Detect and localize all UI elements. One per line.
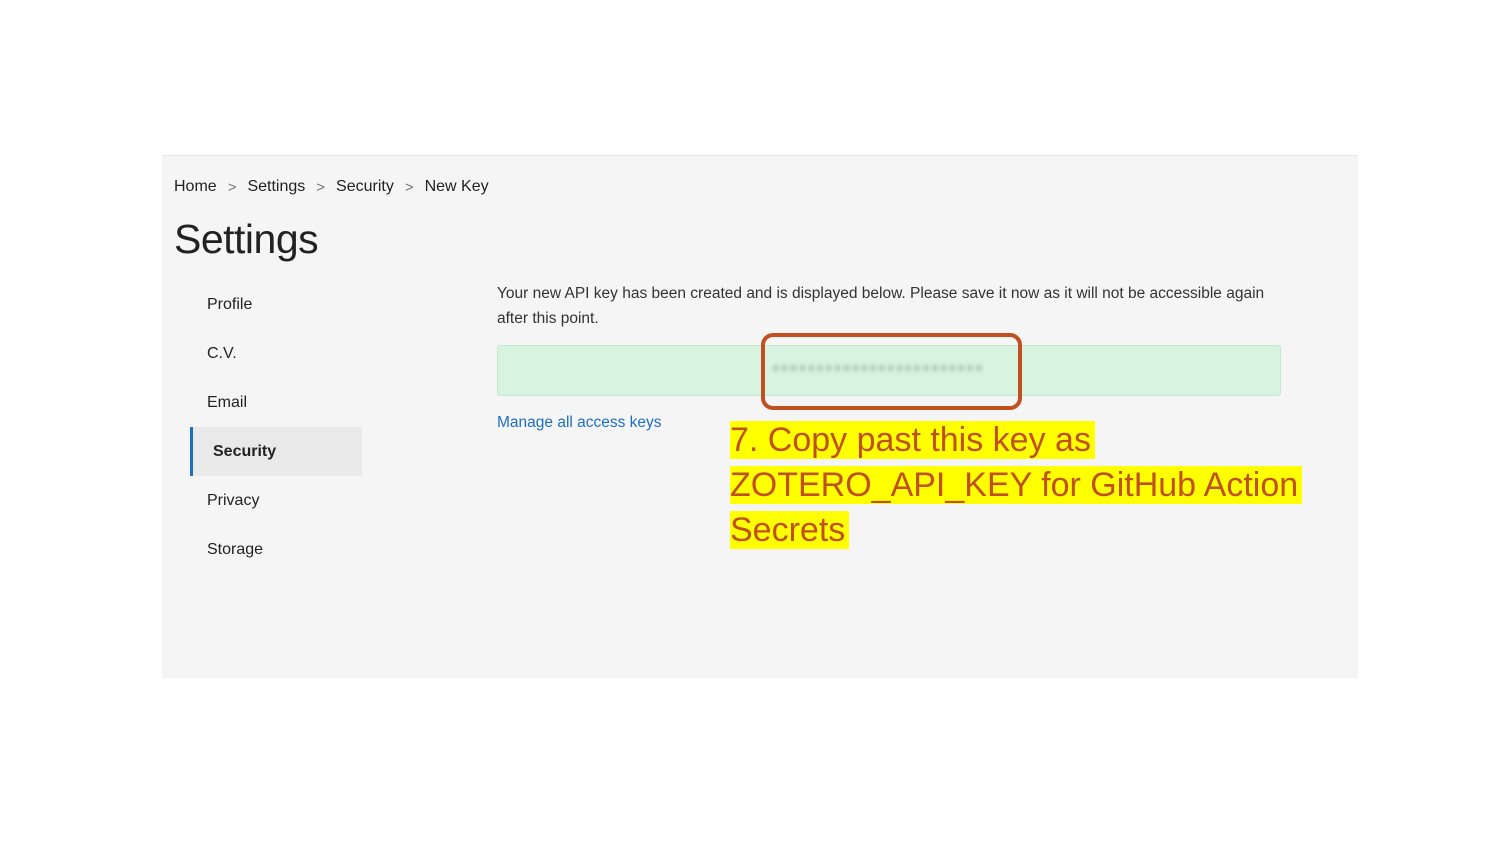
sidebar-item-privacy[interactable]: Privacy — [190, 476, 362, 525]
api-key-created-message: Your new API key has been created and is… — [497, 285, 1265, 327]
breadcrumb-separator: > — [227, 178, 237, 196]
sidebar-item-label: Storage — [207, 541, 264, 558]
sidebar-item-security[interactable]: Security — [190, 427, 362, 476]
sidebar-item-label: Privacy — [207, 492, 260, 509]
breadcrumb-new-key: New Key — [424, 178, 489, 195]
sidebar-item-label: Email — [207, 394, 248, 411]
manage-access-keys-link[interactable]: Manage all access keys — [497, 414, 662, 432]
breadcrumb: Home > Settings > Security > New Key — [174, 178, 489, 196]
breadcrumb-separator: > — [404, 178, 414, 196]
breadcrumb-security[interactable]: Security — [336, 178, 394, 196]
sidebar-item-cv[interactable]: C.V. — [190, 329, 362, 378]
breadcrumb-home[interactable]: Home — [174, 178, 217, 196]
annotation-callout: 7. Copy past this key as ZOTERO_API_KEY … — [730, 418, 1320, 553]
sidebar-item-label: Security — [213, 443, 277, 460]
breadcrumb-settings[interactable]: Settings — [247, 178, 305, 196]
sidebar-item-label: C.V. — [207, 345, 237, 362]
settings-panel: Home > Settings > Security > New Key Set… — [162, 155, 1358, 678]
annotation-highlight-box — [761, 333, 1022, 410]
sidebar-item-storage[interactable]: Storage — [190, 525, 362, 574]
annotation-text: 7. Copy past this key as ZOTERO_API_KEY … — [730, 421, 1303, 549]
sidebar-item-label: Profile — [207, 296, 253, 313]
breadcrumb-separator: > — [316, 178, 326, 196]
page-title: Settings — [174, 216, 319, 262]
sidebar-item-profile[interactable]: Profile — [190, 280, 362, 329]
settings-sidebar: Profile C.V. Email Security Privacy Stor… — [190, 280, 362, 574]
sidebar-item-email[interactable]: Email — [190, 378, 362, 427]
